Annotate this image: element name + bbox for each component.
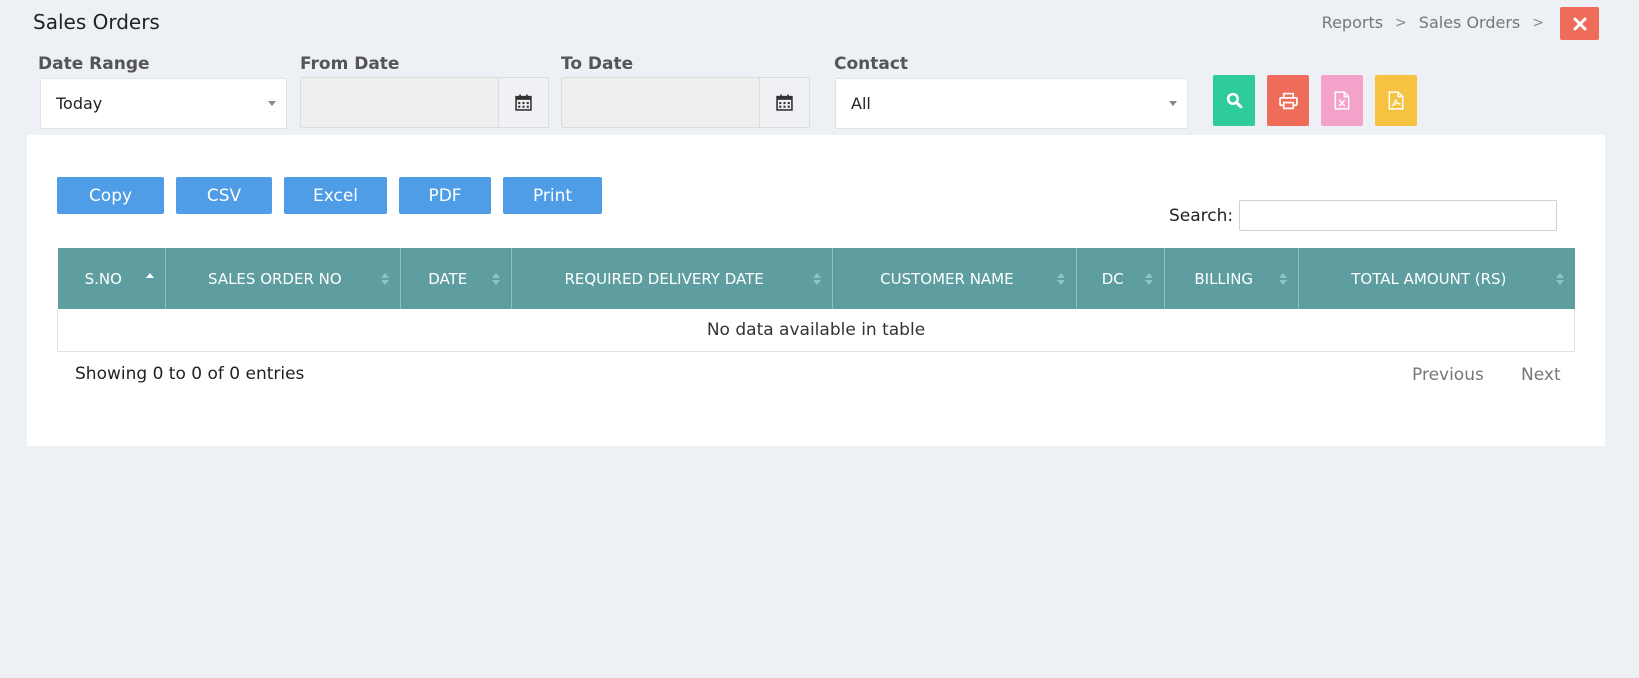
date-range-label: Date Range bbox=[38, 54, 150, 74]
contact-value: All bbox=[851, 94, 871, 113]
breadcrumb-separator: > bbox=[1532, 14, 1544, 31]
search-label: Search: bbox=[1169, 206, 1234, 226]
search-button[interactable] bbox=[1213, 75, 1255, 126]
breadcrumb-separator: > bbox=[1395, 14, 1407, 31]
from-date-input[interactable] bbox=[300, 77, 499, 128]
print-icon bbox=[1278, 92, 1298, 109]
date-range-value: Today bbox=[56, 94, 103, 113]
to-date-input[interactable] bbox=[561, 77, 760, 128]
sort-icon bbox=[1279, 273, 1288, 285]
column-header-billing[interactable]: BILLING bbox=[1164, 248, 1300, 309]
chevron-down-icon bbox=[1169, 101, 1177, 106]
contact-select[interactable]: All bbox=[835, 78, 1188, 129]
sort-icon bbox=[1555, 273, 1564, 285]
sort-icon bbox=[380, 273, 389, 285]
search-icon bbox=[1226, 92, 1242, 109]
sort-icon bbox=[1145, 273, 1154, 285]
entries-info: Showing 0 to 0 of 0 entries bbox=[75, 364, 305, 384]
search-input[interactable] bbox=[1239, 200, 1557, 231]
print-table-button[interactable]: Print bbox=[503, 177, 602, 214]
export-excel-button[interactable] bbox=[1321, 75, 1363, 126]
calendar-icon bbox=[515, 94, 532, 111]
excel-file-icon bbox=[1334, 91, 1350, 110]
pdf-file-icon bbox=[1388, 91, 1404, 110]
print-button[interactable] bbox=[1267, 75, 1309, 126]
column-header-required-delivery-date[interactable]: REQUIRED DELIVERY DATE bbox=[511, 248, 834, 309]
breadcrumb: Reports > Sales Orders > bbox=[1322, 13, 1544, 32]
column-header-total-amount[interactable]: TOTAL AMOUNT (RS) bbox=[1298, 248, 1575, 309]
breadcrumb-sales-orders[interactable]: Sales Orders bbox=[1419, 13, 1520, 32]
sort-icon bbox=[1057, 273, 1066, 285]
next-page-button[interactable]: Next bbox=[1521, 365, 1561, 385]
csv-button[interactable]: CSV bbox=[176, 177, 272, 214]
sort-icon bbox=[491, 273, 500, 285]
contact-label: Contact bbox=[834, 54, 909, 74]
chevron-down-icon bbox=[268, 101, 276, 106]
calendar-icon bbox=[776, 94, 793, 111]
previous-page-button[interactable]: Previous bbox=[1412, 365, 1484, 385]
date-range-select[interactable]: Today bbox=[40, 78, 287, 129]
table-row: No data available in table bbox=[57, 309, 1575, 352]
column-header-sno[interactable]: S.NO bbox=[57, 248, 166, 309]
pdf-button[interactable]: PDF bbox=[399, 177, 491, 214]
close-button[interactable] bbox=[1560, 7, 1599, 40]
page-title: Sales Orders bbox=[33, 10, 160, 34]
column-header-customer-name[interactable]: CUSTOMER NAME bbox=[832, 248, 1078, 309]
sort-ascending-icon bbox=[145, 273, 154, 278]
from-date-label: From Date bbox=[300, 54, 400, 74]
results-card: Copy CSV Excel PDF Print Search: S.NO SA… bbox=[27, 135, 1605, 446]
breadcrumb-reports[interactable]: Reports bbox=[1322, 13, 1383, 32]
sort-icon bbox=[813, 273, 822, 285]
to-date-calendar-button[interactable] bbox=[760, 77, 810, 128]
export-pdf-button[interactable] bbox=[1375, 75, 1417, 126]
column-header-sales-order-no[interactable]: SALES ORDER NO bbox=[165, 248, 401, 309]
to-date-label: To Date bbox=[561, 54, 634, 74]
from-date-calendar-button[interactable] bbox=[499, 77, 549, 128]
column-header-dc[interactable]: DC bbox=[1076, 248, 1166, 309]
close-icon bbox=[1573, 17, 1586, 30]
column-header-date[interactable]: DATE bbox=[400, 248, 512, 309]
empty-table-message: No data available in table bbox=[57, 309, 1575, 352]
copy-button[interactable]: Copy bbox=[57, 177, 164, 214]
sales-orders-table: S.NO SALES ORDER NO DATE REQUIRED DELIVE… bbox=[57, 248, 1575, 352]
excel-button[interactable]: Excel bbox=[284, 177, 387, 214]
